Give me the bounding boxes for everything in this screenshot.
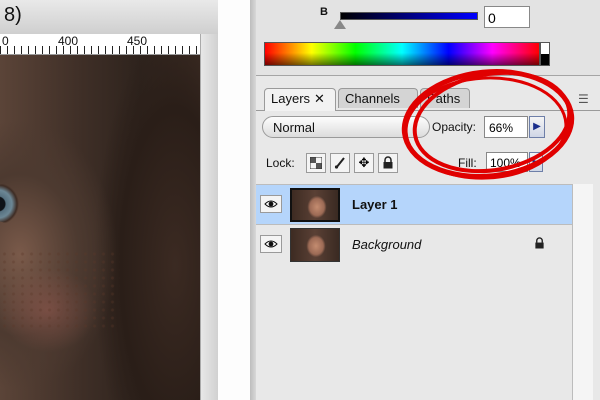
- layer-thumbnail[interactable]: [290, 228, 340, 262]
- fill-dropdown-icon[interactable]: ▶: [529, 152, 543, 172]
- workspace-gap: [218, 0, 250, 400]
- blue-channel-label: B: [320, 6, 328, 18]
- document-title: 8): [4, 4, 22, 26]
- opacity-label: Opacity:: [432, 120, 477, 134]
- photo-freckles: [0, 250, 120, 330]
- layer-thumbnail[interactable]: [290, 188, 340, 222]
- tab-paths[interactable]: Paths: [420, 88, 470, 108]
- padlock-icon[interactable]: [378, 153, 398, 173]
- canvas-photo[interactable]: [0, 55, 200, 400]
- padlock-icon: [534, 237, 545, 252]
- eye-icon[interactable]: [260, 235, 282, 253]
- lock-label: Lock:: [266, 156, 295, 170]
- tab-channels[interactable]: Channels: [338, 88, 418, 108]
- document-window: 8) 0 400 450: [0, 0, 219, 400]
- tab-layers[interactable]: Layers ✕: [264, 88, 336, 111]
- tab-paths-label: Paths: [427, 91, 461, 106]
- photo-eye: [0, 183, 32, 223]
- panel-menu-icon[interactable]: ☰: [578, 92, 589, 106]
- brush-icon[interactable]: [330, 153, 350, 173]
- layers-panel: Layers ✕ Channels Paths ☰ Normal Opacity:…: [256, 76, 600, 400]
- close-icon[interactable]: ✕: [314, 91, 325, 106]
- opacity-input[interactable]: 66%: [484, 116, 528, 138]
- layer-row-layer-1[interactable]: Layer 1: [256, 184, 572, 224]
- ruler-ticks: [0, 46, 200, 54]
- move-arrows-icon[interactable]: ✥: [354, 153, 374, 173]
- document-titlebar[interactable]: 8): [0, 0, 218, 35]
- layer-name[interactable]: Background: [352, 237, 421, 252]
- panel-tabbar: Layers ✕ Channels Paths ☰: [256, 86, 600, 111]
- layer-row-background[interactable]: Background: [256, 224, 572, 264]
- tab-layers-label: Layers: [271, 91, 311, 106]
- triangle-right-icon[interactable]: ▶: [529, 116, 545, 138]
- blue-channel-slider[interactable]: [340, 12, 478, 20]
- layer-name[interactable]: Layer 1: [352, 197, 398, 212]
- blue-channel-input[interactable]: 0: [484, 6, 530, 28]
- color-spectrum-bar[interactable]: [264, 42, 540, 66]
- document-vertical-scrollbar[interactable]: [200, 34, 219, 400]
- checkerboard-icon[interactable]: [306, 153, 326, 173]
- color-panel: B 0: [256, 0, 600, 76]
- blend-mode-select[interactable]: Normal: [262, 116, 430, 138]
- black-white-swatch[interactable]: [540, 42, 550, 66]
- layers-scrollbar[interactable]: [572, 184, 593, 400]
- horizontal-ruler[interactable]: 0 400 450: [0, 34, 200, 55]
- tab-channels-label: Channels: [345, 91, 400, 106]
- eye-icon[interactable]: [260, 195, 282, 213]
- blue-slider-thumb[interactable]: [334, 20, 346, 29]
- fill-label: Fill:: [458, 156, 477, 170]
- fill-input[interactable]: 100%: [486, 152, 528, 172]
